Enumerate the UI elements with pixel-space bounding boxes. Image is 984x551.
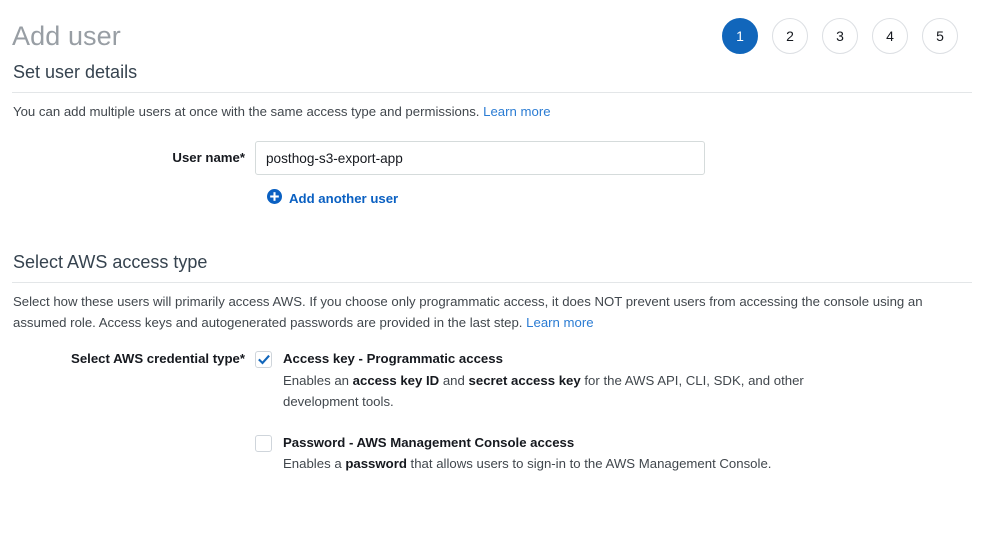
add-another-user-row: Add another user	[12, 189, 972, 207]
access-type-heading: Select AWS access type	[12, 252, 972, 282]
access-key-checkbox[interactable]	[255, 351, 272, 368]
step-4[interactable]: 4	[872, 18, 908, 54]
user-details-intro-text: You can add multiple users at once with …	[13, 104, 479, 119]
password-checkbox[interactable]	[255, 435, 272, 452]
password-text: Password - AWS Management Console access…	[283, 434, 771, 476]
access-type-learn-more-link[interactable]: Learn more	[526, 315, 593, 330]
access-key-desc-bold2: secret access key	[469, 373, 581, 388]
password-desc-part1: Enables a	[283, 456, 345, 471]
credential-type-options: Access key - Programmatic access Enables…	[255, 350, 972, 475]
add-another-user-label: Add another user	[289, 191, 398, 206]
access-key-desc-part2: and	[439, 373, 468, 388]
user-details-learn-more-link[interactable]: Learn more	[483, 104, 550, 119]
add-another-user-button[interactable]: Add another user	[267, 189, 398, 207]
access-key-description: Enables an access key ID and secret acce…	[283, 371, 813, 412]
step-1[interactable]: 1	[722, 18, 758, 54]
password-desc-bold1: password	[345, 456, 407, 471]
page-header: Add user 1 2 3 4 5	[12, 0, 972, 62]
set-user-details-section: Set user details You can add multiple us…	[12, 62, 972, 207]
set-user-details-heading: Set user details	[12, 62, 972, 92]
access-key-text: Access key - Programmatic access Enables…	[283, 350, 813, 412]
user-details-intro: You can add multiple users at once with …	[12, 93, 972, 122]
step-3[interactable]: 3	[822, 18, 858, 54]
user-name-input[interactable]	[255, 141, 705, 175]
access-type-description: Select how these users will primarily ac…	[12, 283, 972, 333]
password-desc-part2: that allows users to sign-in to the AWS …	[407, 456, 772, 471]
step-4-label: 4	[886, 28, 894, 44]
access-key-desc-bold1: access key ID	[353, 373, 440, 388]
user-name-row: User name*	[12, 141, 972, 175]
password-title: Password - AWS Management Console access	[283, 434, 771, 452]
step-5-label: 5	[936, 28, 944, 44]
access-key-title: Access key - Programmatic access	[283, 350, 813, 368]
step-2-label: 2	[786, 28, 794, 44]
step-indicator: 1 2 3 4 5	[722, 18, 972, 54]
access-type-description-text: Select how these users will primarily ac…	[13, 294, 923, 330]
step-2[interactable]: 2	[772, 18, 808, 54]
option-access-key: Access key - Programmatic access Enables…	[255, 350, 972, 412]
step-3-label: 3	[836, 28, 844, 44]
step-5[interactable]: 5	[922, 18, 958, 54]
user-name-label: User name*	[12, 141, 255, 175]
page-title: Add user	[12, 23, 121, 50]
checkmark-icon	[258, 354, 270, 366]
option-password: Password - AWS Management Console access…	[255, 434, 972, 476]
credential-type-block: Select AWS credential type* Access key -…	[12, 350, 972, 475]
credential-type-label: Select AWS credential type*	[12, 350, 255, 475]
step-1-label: 1	[736, 28, 744, 44]
access-type-section: Select AWS access type Select how these …	[12, 252, 972, 475]
add-user-page: Add user 1 2 3 4 5 Set user details You …	[0, 0, 984, 475]
access-key-desc-part1: Enables an	[283, 373, 353, 388]
password-description: Enables a password that allows users to …	[283, 454, 771, 475]
plus-circle-icon	[267, 189, 282, 207]
